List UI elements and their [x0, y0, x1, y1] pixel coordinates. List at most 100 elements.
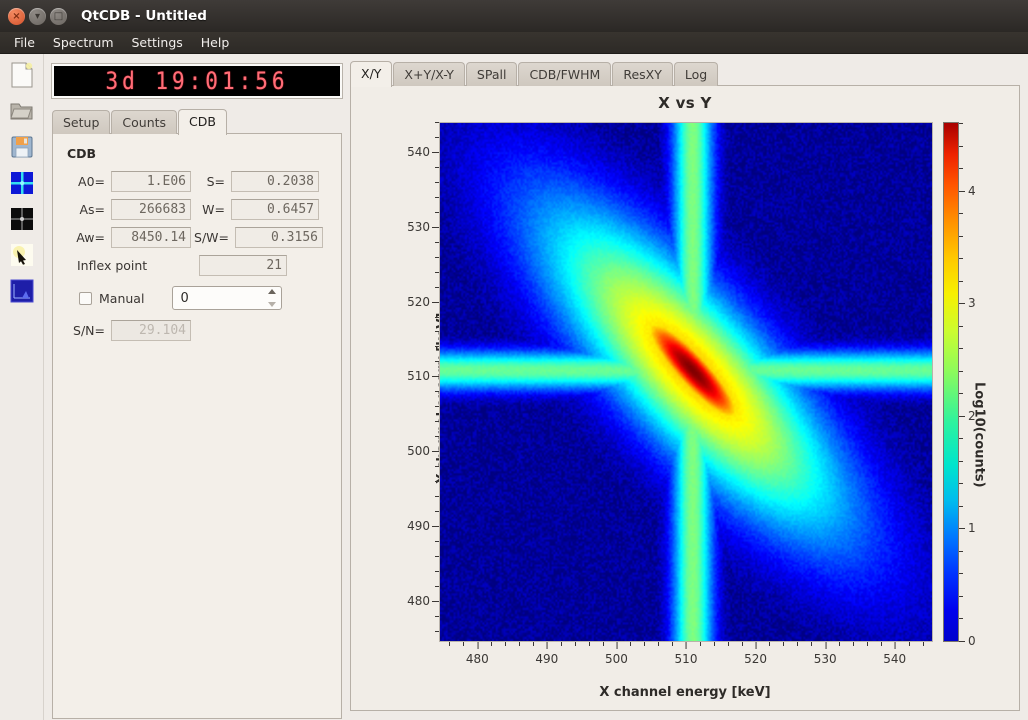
tab-counts[interactable]: Counts [111, 110, 178, 134]
y-axis-minor-tick [435, 511, 439, 513]
colorbar-minor-tick [959, 595, 963, 597]
menu-item-help[interactable]: Help [193, 34, 238, 51]
sw-value: 0.3156 [235, 227, 323, 248]
menu-item-settings[interactable]: Settings [124, 34, 191, 51]
x-axis-minor-tick [866, 642, 868, 646]
dark-plot-icon[interactable] [7, 204, 37, 234]
colorbar-minor-tick [959, 370, 963, 372]
save-disk-icon[interactable] [7, 132, 37, 162]
x-axis-tick-label: 500 [605, 642, 628, 666]
cdb-group-title: CDB [67, 146, 97, 161]
tab-cdb-fwhm[interactable]: CDB/FWHM [518, 62, 612, 86]
y-axis-tick-label: 500 [407, 444, 439, 458]
tab-spall[interactable]: SPall [465, 62, 518, 86]
colorbar-minor-tick [959, 235, 963, 237]
x-axis-minor-tick [727, 642, 729, 646]
cursor-pick-icon[interactable] [7, 240, 37, 270]
chevron-up-icon[interactable] [267, 289, 276, 294]
tab-setup[interactable]: Setup [52, 110, 111, 134]
y-axis-minor-tick [435, 346, 439, 348]
colorbar-tick-label: 3 [958, 296, 976, 310]
x-axis-minor-tick [811, 642, 813, 646]
heatmap-image[interactable] [439, 122, 933, 642]
colorbar-minor-tick [959, 280, 963, 282]
window-minimize-button[interactable]: ▾ [29, 7, 46, 25]
xy-tab-panel: X vs Y Y channel energy [keV] X channel … [350, 85, 1020, 711]
window-close-button[interactable]: × [8, 7, 25, 25]
x-axis-minor-tick [922, 642, 924, 646]
tab-resxy[interactable]: ResXY [612, 62, 673, 86]
x-axis-minor-tick [852, 642, 854, 646]
x-axis-minor-tick [713, 642, 715, 646]
y-axis-minor-tick [435, 570, 439, 572]
manual-spinbox-value: 0 [180, 290, 189, 306]
y-axis-minor-tick [435, 122, 439, 123]
x-axis-minor-tick [560, 642, 562, 646]
colorbar-tick-label: 4 [958, 184, 976, 198]
y-axis-minor-tick [435, 181, 439, 183]
y-axis-minor-tick [435, 136, 439, 138]
y-axis-minor-tick [435, 421, 439, 423]
new-file-icon[interactable] [7, 60, 37, 90]
spinbox-arrows[interactable] [264, 288, 279, 308]
colorbar: 01234 [943, 122, 976, 648]
x-axis-minor-tick [908, 642, 910, 646]
y-axis-minor-tick [435, 391, 439, 393]
colorbar-minor-tick [959, 550, 963, 552]
colorbar-minor-tick [959, 618, 963, 620]
window-title: QtCDB - Untitled [81, 8, 207, 24]
y-axis-minor-tick [435, 466, 439, 468]
plot-title: X vs Y [658, 94, 712, 112]
tab-cdb[interactable]: CDB [178, 109, 227, 135]
colorbar-minor-tick [959, 483, 963, 485]
y-axis-minor-tick [435, 316, 439, 318]
y-axis-minor-tick [435, 166, 439, 168]
colorbar-label: Log10(counts) [971, 382, 987, 488]
colorbar-minor-tick [959, 213, 963, 215]
inflex-label: Inflex point [77, 258, 148, 273]
cdb-plot-icon[interactable] [7, 168, 37, 198]
colorbar-minor-tick [959, 325, 963, 327]
manual-spinbox[interactable]: 0 [172, 286, 283, 310]
y-axis-minor-tick [435, 241, 439, 243]
row-inflex: Inflex point 21 [65, 255, 329, 276]
left-panel: 3d 19:01:56 Setup Counts CDB CDB A0= 1.E… [44, 54, 348, 720]
menu-item-file[interactable]: File [6, 34, 43, 51]
tab-xpy-xmy[interactable]: X+Y/X-Y [393, 62, 465, 86]
y-axis-minor-tick [435, 481, 439, 483]
blue-plot-icon[interactable] [7, 276, 37, 306]
colorbar-minor-tick [959, 573, 963, 575]
as-label: As= [79, 202, 105, 217]
y-axis-minor-tick [435, 331, 439, 333]
x-axis-minor-tick [769, 642, 771, 646]
manual-checkbox[interactable] [79, 291, 92, 305]
tab-xy[interactable]: X/Y [350, 61, 393, 87]
main-panel: X/Y X+Y/X-Y SPall CDB/FWHM ResXY Log X v… [348, 54, 1028, 720]
xy-heatmap-plot[interactable]: X vs Y Y channel energy [keV] X channel … [351, 86, 1019, 710]
y-axis-minor-tick [435, 436, 439, 438]
colorbar-minor-tick [959, 393, 963, 395]
y-axis-tick-label: 530 [407, 220, 439, 234]
y-axis-minor-tick [435, 540, 439, 542]
left-toolbar [0, 54, 44, 720]
menu-item-spectrum[interactable]: Spectrum [45, 34, 122, 51]
open-folder-icon[interactable] [7, 96, 37, 126]
tab-log[interactable]: Log [673, 62, 719, 86]
x-axis-minor-tick [532, 642, 534, 646]
y-axis-minor-tick [435, 615, 439, 617]
y-axis-minor-tick [435, 555, 439, 557]
y-axis-minor-tick [435, 211, 439, 213]
colorbar-minor-tick [959, 438, 963, 440]
plot-area: 480 490 500 510 520 530 540 480 490 500 510 520 530… [407, 122, 987, 666]
y-axis-tick-label: 480 [407, 594, 439, 608]
x-axis-tick-label: 490 [535, 642, 558, 666]
x-axis-tick-label: 540 [883, 642, 906, 666]
autosave-clock-display: 3d 19:01:56 [52, 64, 342, 98]
window-maximize-button[interactable]: □ [50, 7, 67, 25]
chevron-down-icon[interactable] [267, 302, 276, 307]
left-tabbar: Setup Counts CDB [52, 108, 342, 135]
y-axis-tick-label: 490 [407, 519, 439, 533]
colorbar-minor-tick [959, 348, 963, 350]
manual-label: Manual [99, 290, 145, 306]
y-axis-minor-tick [435, 361, 439, 363]
